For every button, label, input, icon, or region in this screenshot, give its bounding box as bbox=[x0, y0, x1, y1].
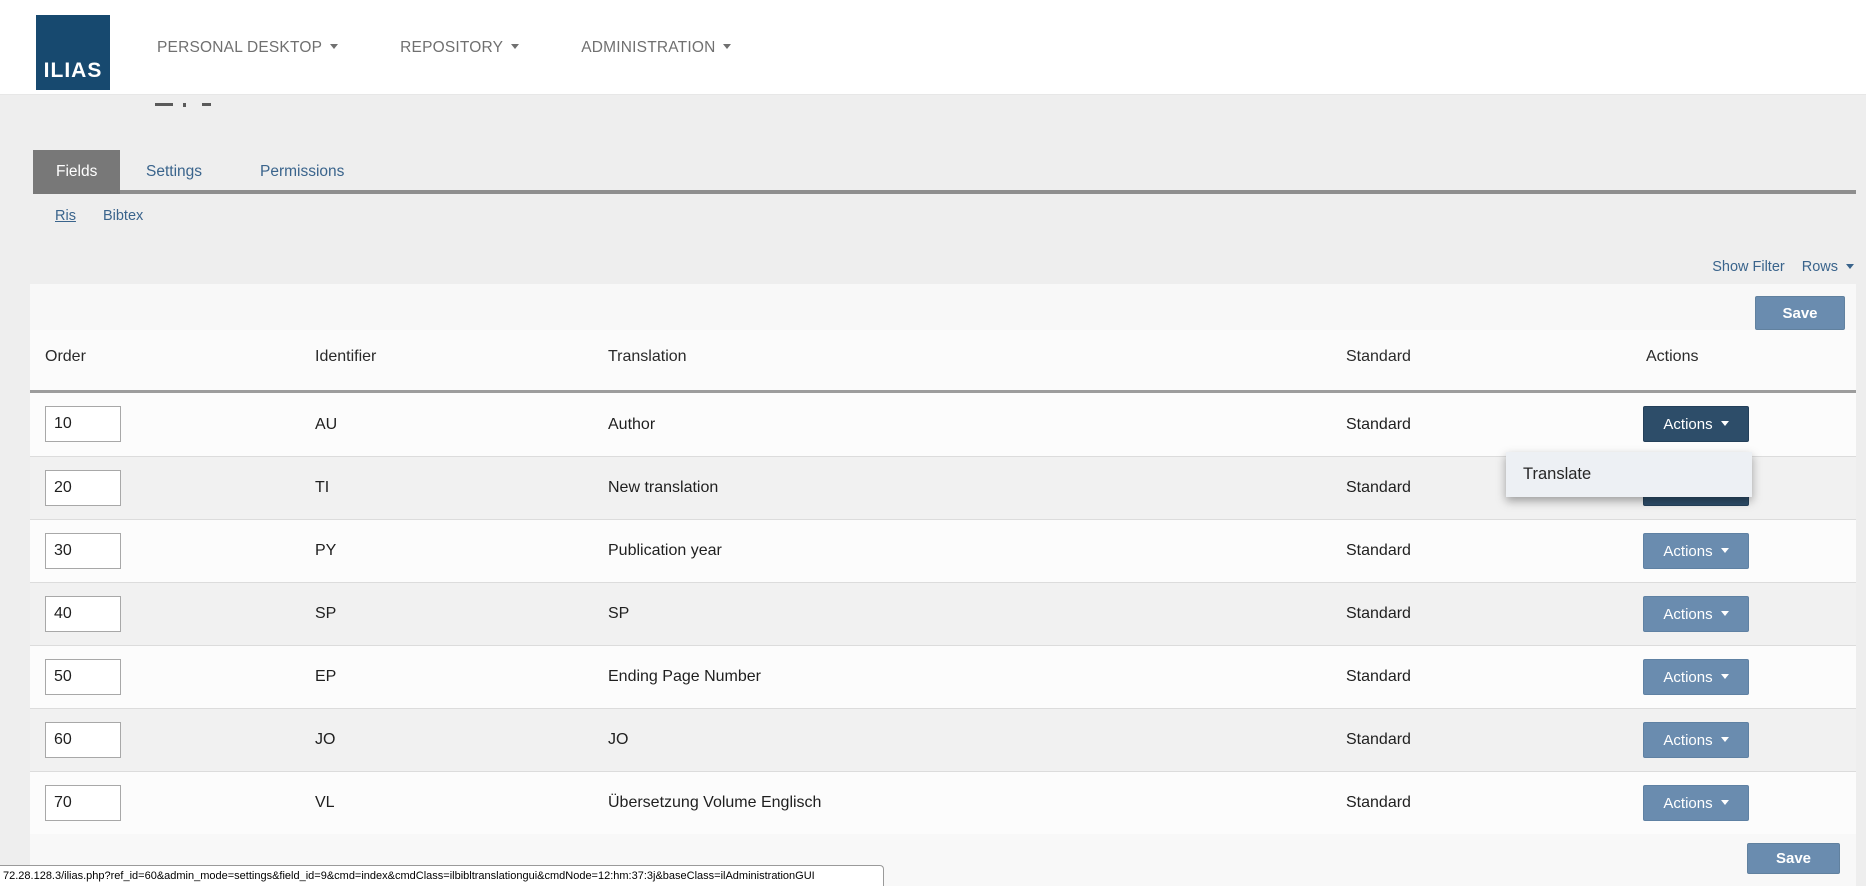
order-input[interactable] bbox=[45, 470, 121, 506]
translation-cell: Ending Page Number bbox=[608, 668, 761, 686]
actions-button[interactable]: Actions bbox=[1643, 659, 1749, 695]
order-input[interactable] bbox=[45, 533, 121, 569]
tab-fields-label: Fields bbox=[56, 163, 97, 181]
tab-permissions-label: Permissions bbox=[260, 163, 344, 181]
table-controls: Show Filter Rows bbox=[1712, 259, 1854, 275]
translation-cell: JO bbox=[608, 731, 628, 749]
column-header-actions: Actions bbox=[1646, 348, 1698, 366]
actions-button-label: Actions bbox=[1663, 606, 1712, 623]
standard-cell: Standard bbox=[1346, 668, 1411, 686]
table-row: PY Publication year Standard Actions bbox=[30, 519, 1856, 582]
chevron-down-icon bbox=[1721, 421, 1729, 426]
actions-button[interactable]: Actions bbox=[1643, 406, 1749, 442]
tab-settings[interactable]: Settings bbox=[146, 150, 202, 194]
tab-settings-label: Settings bbox=[146, 163, 202, 181]
save-button-top[interactable]: Save bbox=[1755, 296, 1845, 330]
standard-cell: Standard bbox=[1346, 605, 1411, 623]
standard-cell: Standard bbox=[1346, 479, 1411, 497]
chevron-down-icon bbox=[1721, 611, 1729, 616]
translation-cell: Übersetzung Volume Englisch bbox=[608, 794, 821, 812]
chevron-down-icon bbox=[723, 44, 731, 49]
top-navbar: ILIAS PERSONAL DESKTOP REPOSITORY ADMINI… bbox=[0, 0, 1866, 95]
menu-repository-label: REPOSITORY bbox=[400, 39, 503, 56]
actions-button-label: Actions bbox=[1663, 416, 1712, 433]
actions-button[interactable]: Actions bbox=[1643, 785, 1749, 821]
actions-button[interactable]: Actions bbox=[1643, 722, 1749, 758]
actions-dropdown-menu: Translate bbox=[1506, 452, 1752, 497]
tab-fields[interactable]: Fields bbox=[33, 150, 120, 194]
identifier-cell: EP bbox=[315, 668, 336, 686]
menu-item-translate[interactable]: Translate bbox=[1506, 452, 1752, 497]
order-input[interactable] bbox=[45, 722, 121, 758]
table-row: AU Author Standard Actions bbox=[30, 393, 1856, 456]
fields-table-card: Save Order Identifier Translation Standa… bbox=[30, 284, 1856, 886]
chevron-down-icon bbox=[511, 44, 519, 49]
menu-administration[interactable]: ADMINISTRATION bbox=[581, 39, 731, 57]
column-header-order: Order bbox=[45, 348, 86, 366]
status-bar: 72.28.128.3/ilias.php?ref_id=60&admin_mo… bbox=[0, 865, 884, 886]
translation-cell: SP bbox=[608, 605, 629, 623]
translation-cell: Publication year bbox=[608, 542, 722, 560]
column-header-standard: Standard bbox=[1346, 348, 1411, 366]
order-input[interactable] bbox=[45, 406, 121, 442]
actions-button-label: Actions bbox=[1663, 669, 1712, 686]
menu-repository[interactable]: REPOSITORY bbox=[400, 39, 519, 57]
tab-permissions[interactable]: Permissions bbox=[260, 150, 344, 194]
chevron-down-icon bbox=[1846, 264, 1854, 269]
table-row: SP SP Standard Actions bbox=[30, 582, 1856, 645]
main-menu: PERSONAL DESKTOP REPOSITORY ADMINISTRATI… bbox=[157, 0, 731, 95]
actions-button[interactable]: Actions bbox=[1643, 533, 1749, 569]
standard-cell: Standard bbox=[1346, 416, 1411, 434]
ilias-logo[interactable]: ILIAS bbox=[36, 15, 110, 90]
menu-administration-label: ADMINISTRATION bbox=[581, 39, 715, 56]
identifier-cell: SP bbox=[315, 605, 336, 623]
column-header-translation: Translation bbox=[608, 348, 687, 366]
tab-bar: Fields Settings Permissions bbox=[33, 150, 1856, 194]
actions-button-label: Actions bbox=[1663, 795, 1712, 812]
order-input[interactable] bbox=[45, 659, 121, 695]
chevron-down-icon bbox=[1721, 548, 1729, 553]
table-row: EP Ending Page Number Standard Actions bbox=[30, 645, 1856, 708]
column-header-identifier: Identifier bbox=[315, 348, 376, 366]
table-row: VL Übersetzung Volume Englisch Standard … bbox=[30, 771, 1856, 834]
identifier-cell: TI bbox=[315, 479, 329, 497]
menu-personal-desktop-label: PERSONAL DESKTOP bbox=[157, 39, 322, 56]
status-bar-url: 72.28.128.3/ilias.php?ref_id=60&admin_mo… bbox=[3, 870, 815, 882]
show-filter-link[interactable]: Show Filter bbox=[1712, 259, 1785, 275]
chevron-down-icon bbox=[1721, 800, 1729, 805]
save-button-bottom[interactable]: Save bbox=[1747, 843, 1840, 874]
menu-personal-desktop[interactable]: PERSONAL DESKTOP bbox=[157, 39, 338, 57]
sub-tab-bar: Ris Bibtex bbox=[55, 208, 143, 224]
rows-dropdown-label: Rows bbox=[1802, 259, 1838, 275]
subtab-bibtex[interactable]: Bibtex bbox=[103, 208, 143, 224]
chevron-down-icon bbox=[330, 44, 338, 49]
chevron-down-icon bbox=[1721, 674, 1729, 679]
table-header-row: Order Identifier Translation Standard Ac… bbox=[30, 330, 1856, 390]
standard-cell: Standard bbox=[1346, 542, 1411, 560]
actions-button-label: Actions bbox=[1663, 732, 1712, 749]
order-input[interactable] bbox=[45, 596, 121, 632]
identifier-cell: AU bbox=[315, 416, 337, 434]
identifier-cell: PY bbox=[315, 542, 336, 560]
actions-button-label: Actions bbox=[1663, 543, 1712, 560]
subtab-ris[interactable]: Ris bbox=[55, 208, 76, 224]
translation-cell: New translation bbox=[608, 479, 718, 497]
clipped-page-title bbox=[155, 103, 225, 108]
actions-button[interactable]: Actions bbox=[1643, 596, 1749, 632]
identifier-cell: JO bbox=[315, 731, 335, 749]
standard-cell: Standard bbox=[1346, 794, 1411, 812]
translation-cell: Author bbox=[608, 416, 655, 434]
table-row: JO JO Standard Actions bbox=[30, 708, 1856, 771]
identifier-cell: VL bbox=[315, 794, 335, 812]
chevron-down-icon bbox=[1721, 737, 1729, 742]
rows-dropdown[interactable]: Rows bbox=[1802, 259, 1854, 275]
order-input[interactable] bbox=[45, 785, 121, 821]
standard-cell: Standard bbox=[1346, 731, 1411, 749]
